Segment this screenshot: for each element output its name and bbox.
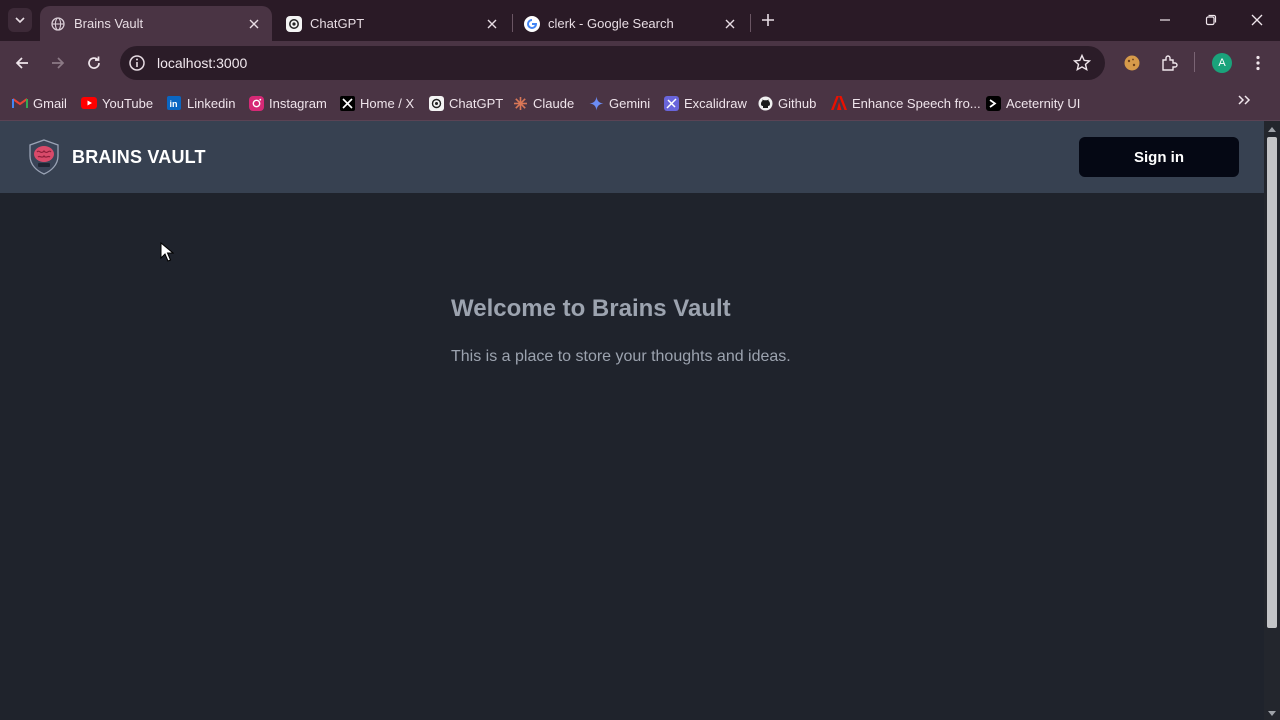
excalidraw-icon bbox=[663, 95, 679, 111]
claude-icon bbox=[512, 95, 528, 111]
cookie-extension-icon[interactable] bbox=[1122, 53, 1142, 73]
bookmark-label: Excalidraw bbox=[684, 95, 747, 111]
youtube-icon bbox=[81, 95, 97, 111]
chatgpt-icon bbox=[286, 15, 302, 32]
tab-divider bbox=[512, 14, 513, 32]
bookmark-label: Gemini bbox=[609, 95, 651, 111]
bookmark-excalidraw[interactable]: Excalidraw bbox=[663, 92, 747, 114]
chatgpt-icon bbox=[428, 95, 444, 111]
reload-button[interactable] bbox=[80, 49, 108, 77]
reload-icon bbox=[88, 56, 100, 69]
address-bar[interactable]: localhost:3000 bbox=[120, 46, 1105, 80]
arrow-left-icon bbox=[15, 57, 28, 69]
bookmark-label: Linkedin bbox=[187, 95, 236, 111]
bookmark-label: YouTube bbox=[102, 95, 154, 111]
x-icon bbox=[339, 95, 355, 111]
close-icon[interactable] bbox=[246, 16, 262, 32]
minimize-button[interactable] bbox=[1142, 0, 1188, 40]
bookmark-github[interactable]: Github bbox=[757, 92, 816, 114]
tab-title: clerk - Google Search bbox=[548, 16, 674, 31]
tab-chatgpt[interactable]: ChatGPT bbox=[276, 6, 510, 41]
tab-search-button[interactable] bbox=[8, 8, 32, 32]
bookmark-linkedin[interactable]: in Linkedin bbox=[166, 92, 235, 114]
bookmark-instagram[interactable]: Instagram bbox=[248, 92, 327, 114]
sign-in-button[interactable]: Sign in bbox=[1079, 137, 1239, 177]
scroll-up-arrow-icon[interactable] bbox=[1268, 125, 1276, 133]
bookmark-chatgpt[interactable]: ChatGPT bbox=[428, 92, 503, 114]
scroll-down-arrow-icon[interactable] bbox=[1268, 710, 1276, 718]
welcome-heading: Welcome to Brains Vault bbox=[451, 295, 731, 322]
bookmarks-bar: Gmail YouTube in Linkedin Instagram Home… bbox=[0, 85, 1280, 121]
kebab-menu-icon[interactable] bbox=[1248, 53, 1268, 73]
welcome-tagline: This is a place to store your thoughts a… bbox=[451, 348, 791, 365]
url-text[interactable]: localhost:3000 bbox=[157, 55, 247, 71]
tab-clerk-search[interactable]: clerk - Google Search bbox=[514, 6, 748, 41]
star-icon[interactable] bbox=[1073, 54, 1091, 72]
instagram-icon bbox=[248, 95, 264, 111]
chevron-down-icon bbox=[15, 17, 25, 24]
brand-name[interactable]: BRAINS VAULT bbox=[72, 147, 206, 168]
plus-icon bbox=[762, 14, 774, 26]
tab-title: Brains Vault bbox=[74, 16, 144, 31]
gemini-icon bbox=[588, 95, 604, 111]
google-icon bbox=[524, 15, 540, 32]
vertical-scrollbar[interactable] bbox=[1264, 121, 1280, 720]
bookmark-gmail[interactable]: Gmail bbox=[12, 92, 67, 114]
bookmark-claude[interactable]: Claude bbox=[512, 92, 574, 114]
aceternity-icon bbox=[985, 95, 1001, 111]
tab-strip: Brains Vault ChatGPT clerk - Google Sear… bbox=[0, 0, 1280, 41]
mouse-cursor-icon bbox=[160, 242, 174, 262]
scrollbar-thumb[interactable] bbox=[1267, 137, 1277, 628]
restore-icon bbox=[1205, 14, 1217, 26]
app-header: BRAINS VAULT Sign in bbox=[0, 121, 1264, 193]
bookmark-aceternity[interactable]: Aceternity UI bbox=[985, 92, 1080, 114]
close-icon[interactable] bbox=[722, 16, 738, 32]
profile-avatar[interactable]: A bbox=[1212, 53, 1232, 73]
close-icon bbox=[1251, 14, 1263, 26]
site-info-icon[interactable] bbox=[128, 54, 146, 72]
bookmark-label: Claude bbox=[533, 95, 575, 111]
back-button[interactable] bbox=[8, 49, 36, 77]
close-icon[interactable] bbox=[484, 16, 500, 32]
browser-toolbar: localhost:3000 A bbox=[0, 41, 1280, 85]
arrow-right-icon bbox=[52, 57, 65, 69]
brain-shield-logo-icon[interactable] bbox=[28, 139, 60, 175]
tab-brains-vault[interactable]: Brains Vault bbox=[40, 6, 272, 41]
bookmark-label: Home / X bbox=[360, 95, 415, 111]
bookmark-label: Aceternity UI bbox=[1006, 95, 1081, 111]
close-window-button[interactable] bbox=[1234, 0, 1280, 40]
svg-text:in: in bbox=[170, 99, 178, 109]
toolbar-divider bbox=[1194, 52, 1195, 72]
bookmark-youtube[interactable]: YouTube bbox=[81, 92, 153, 114]
page-viewport: BRAINS VAULT Sign in Welcome to Brains V… bbox=[0, 121, 1264, 720]
tab-title: ChatGPT bbox=[310, 16, 365, 31]
globe-icon bbox=[50, 16, 66, 32]
bookmark-label: Enhance Speech fro... bbox=[852, 95, 981, 111]
bookmark-home-x[interactable]: Home / X bbox=[339, 92, 414, 114]
bookmark-label: Github bbox=[778, 95, 817, 111]
linkedin-icon: in bbox=[166, 95, 182, 111]
github-icon bbox=[757, 95, 773, 111]
minimize-icon bbox=[1160, 19, 1170, 21]
gmail-icon bbox=[12, 95, 28, 111]
tab-divider bbox=[750, 14, 751, 32]
chevron-double-right-icon[interactable] bbox=[1236, 92, 1252, 108]
restore-button[interactable] bbox=[1188, 0, 1234, 40]
new-tab-button[interactable] bbox=[758, 10, 778, 30]
bookmark-label: Gmail bbox=[33, 95, 67, 111]
adobe-icon bbox=[831, 95, 847, 111]
forward-button[interactable] bbox=[44, 49, 72, 77]
bookmark-gemini[interactable]: Gemini bbox=[588, 92, 650, 114]
bookmark-label: ChatGPT bbox=[449, 95, 504, 111]
bookmark-enhance-speech[interactable]: Enhance Speech fro... bbox=[831, 92, 981, 114]
bookmark-label: Instagram bbox=[269, 95, 327, 111]
extensions-icon[interactable] bbox=[1159, 53, 1179, 73]
